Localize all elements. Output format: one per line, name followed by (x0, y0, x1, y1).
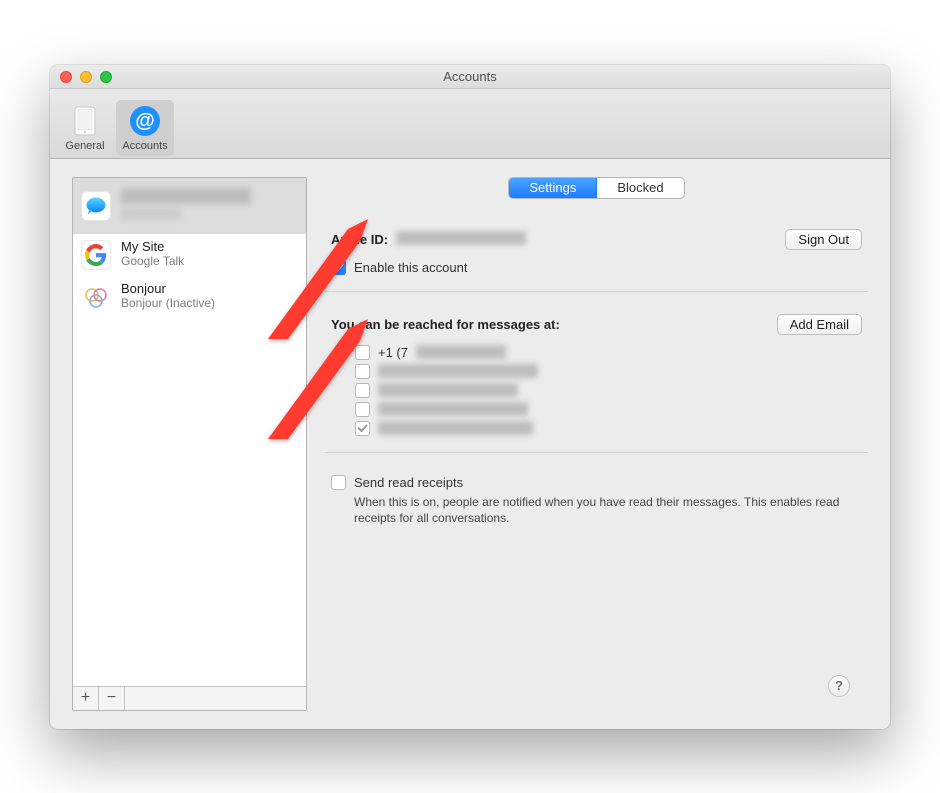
svg-text:@: @ (135, 110, 155, 132)
window-title: Accounts (50, 69, 890, 84)
add-account-button[interactable]: + (73, 687, 99, 710)
google-icon (81, 240, 111, 270)
address-text: +1 (7 (378, 345, 408, 360)
address-checkbox[interactable] (355, 402, 370, 417)
account-item-sub (121, 208, 251, 224)
account-item-label (121, 188, 251, 208)
remove-account-button[interactable]: − (99, 687, 125, 710)
account-item-sub: Google Talk (121, 255, 184, 269)
account-item-bonjour[interactable]: Bonjour Bonjour (Inactive) (73, 276, 306, 318)
segment-settings[interactable]: Settings (509, 178, 597, 198)
apple-id-value (396, 231, 526, 248)
titlebar: Accounts (50, 65, 890, 89)
read-receipts-label: Send read receipts (354, 475, 463, 490)
settings-panel: Settings Blocked Apple ID: Sign Out Enab… (325, 177, 868, 711)
address-checkbox[interactable] (355, 364, 370, 379)
add-email-button[interactable]: Add Email (777, 314, 862, 335)
accounts-list: My Site Google Talk Bonjour Bonjour (Ina… (72, 177, 307, 711)
address-checkbox[interactable] (355, 345, 370, 360)
prefs-toolbar: General @ Accounts (50, 89, 890, 159)
list-footer: + − (73, 686, 306, 710)
read-receipts-description: When this is on, people are notified whe… (354, 494, 862, 526)
account-item-imessage[interactable] (73, 178, 306, 234)
segmented-control: Settings Blocked (508, 177, 684, 199)
reached-at-label: You can be reached for messages at: (331, 317, 560, 332)
account-item-sub: Bonjour (Inactive) (121, 297, 215, 311)
tab-general-label: General (65, 140, 104, 152)
minimize-icon[interactable] (80, 71, 92, 83)
bonjour-icon (81, 282, 111, 312)
enable-account-label: Enable this account (354, 260, 467, 275)
segment-blocked[interactable]: Blocked (597, 178, 683, 198)
preferences-window: Accounts General @ Accounts (50, 65, 890, 729)
imessage-icon (81, 191, 111, 221)
zoom-icon[interactable] (100, 71, 112, 83)
tab-general[interactable]: General (56, 100, 114, 156)
read-receipts-checkbox[interactable] (331, 475, 346, 490)
help-button[interactable]: ? (828, 675, 850, 697)
address-checkbox[interactable] (355, 383, 370, 398)
account-item-label: My Site (121, 240, 184, 255)
close-icon[interactable] (60, 71, 72, 83)
sign-out-button[interactable]: Sign Out (785, 229, 862, 250)
address-checkbox[interactable] (355, 421, 370, 436)
apple-id-label: Apple ID: (331, 232, 388, 247)
account-item-label: Bonjour (121, 282, 215, 297)
tab-accounts[interactable]: @ Accounts (116, 100, 174, 156)
iphone-icon (68, 104, 102, 138)
tab-accounts-label: Accounts (122, 140, 167, 152)
content-area: My Site Google Talk Bonjour Bonjour (Ina… (50, 159, 890, 729)
window-controls (60, 65, 112, 89)
account-item-google[interactable]: My Site Google Talk (73, 234, 306, 276)
enable-account-checkbox[interactable] (331, 260, 346, 275)
at-icon: @ (128, 104, 162, 138)
